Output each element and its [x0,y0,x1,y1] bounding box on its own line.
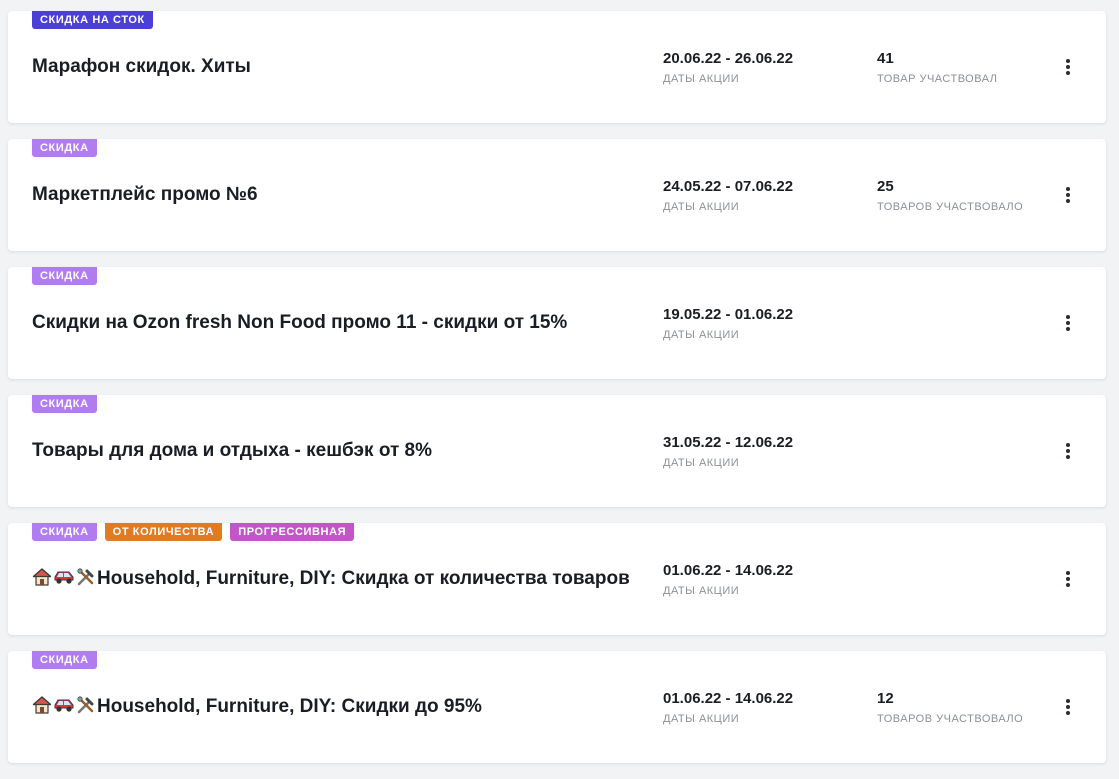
count-caption: ТОВАРОВ УЧАСТВОВАЛО [877,201,1024,213]
promotion-title[interactable]: Household, Furniture, DIY: Скидки до 95% [32,695,642,722]
badge-discount: СКИДКА [32,267,97,285]
products-count: 41 ТОВАР УЧАСТВОВАЛ [877,49,998,87]
car-icon [53,695,75,722]
promotion-dates: 01.06.22 - 14.06.22 ДАТЫ АКЦИИ [663,561,793,599]
products-count: 12 ТОВАРОВ УЧАСТВОВАЛО [877,689,1023,727]
more-vertical-icon [1066,571,1070,587]
more-menu-button[interactable] [1054,437,1082,465]
badge-group: СКИДКА НА СТОК [32,11,153,29]
promotion-title[interactable]: Товары для дома и отдыха - кешбэк от 8% [32,439,642,463]
promotions-list: СКИДКА НА СТОК Марафон скидок. Хиты 20.0… [8,11,1106,779]
house-icon [32,695,52,722]
tools-icon [76,567,96,594]
dates-caption: ДАТЫ АКЦИИ [663,585,740,597]
more-menu-button[interactable] [1054,565,1082,593]
badge-group: СКИДКА [32,395,97,413]
promotion-card[interactable]: СКИДКА Маркетплейс промо №6 24.05.22 - 0… [8,139,1106,251]
promotion-title[interactable]: Маркетплейс промо №6 [32,183,642,207]
more-vertical-icon [1066,443,1070,459]
promotion-dates: 01.06.22 - 14.06.22 ДАТЫ АКЦИИ [663,689,793,727]
promotion-title-text: Товары для дома и отдыха - кешбэк от 8% [32,440,432,461]
promotion-title[interactable]: Скидки на Ozon fresh Non Food промо 11 -… [32,311,642,335]
more-vertical-icon [1066,59,1070,75]
promotion-title-text: Household, Furniture, DIY: Скидки до 95% [97,696,482,717]
more-menu-button[interactable] [1054,309,1082,337]
badge-discount: СКИДКА [32,395,97,413]
dates-value: 19.05.22 - 01.06.22 [663,306,794,323]
more-menu-button[interactable] [1054,693,1082,721]
count-value: 41 [877,50,894,67]
promotion-dates: 19.05.22 - 01.06.22 ДАТЫ АКЦИИ [663,305,793,343]
count-value: 25 [877,178,894,195]
badge-group: СКИДКА [32,267,97,285]
promotion-title-text: Household, Furniture, DIY: Скидка от кол… [97,568,630,589]
promotion-title-text: Скидки на Ozon fresh Non Food промо 11 -… [32,312,568,333]
promotion-dates: 24.05.22 - 07.06.22 ДАТЫ АКЦИИ [663,177,793,215]
promotion-card[interactable]: СКИДКА НА СТОК Марафон скидок. Хиты 20.0… [8,11,1106,123]
more-vertical-icon [1066,699,1070,715]
promotion-title[interactable]: Household, Furniture, DIY: Скидка от кол… [32,567,642,594]
badge-group: СКИДКА [32,651,97,669]
more-menu-button[interactable] [1054,181,1082,209]
promotion-card[interactable]: СКИДКА Скидки на Ozon fresh Non Food про… [8,267,1106,379]
products-count: 25 ТОВАРОВ УЧАСТВОВАЛО [877,177,1023,215]
car-icon [53,567,75,594]
promotion-dates: 20.06.22 - 26.06.22 ДАТЫ АКЦИИ [663,49,793,87]
badge-group: СКИДКА [32,139,97,157]
badge-quantity: ОТ КОЛИЧЕСТВА [104,523,223,541]
dates-caption: ДАТЫ АКЦИИ [663,329,740,341]
dates-value: 31.05.22 - 12.06.22 [663,434,794,451]
promotion-card[interactable]: СКИДКА Товары для дома и отдыха - кешбэк… [8,395,1106,507]
promotion-dates: 31.05.22 - 12.06.22 ДАТЫ АКЦИИ [663,433,793,471]
promotion-title-text: Маркетплейс промо №6 [32,184,258,205]
badge-discount: СКИДКА [32,139,97,157]
promotion-card[interactable]: СКИДКА ОТ КОЛИЧЕСТВА ПРОГРЕССИВНАЯ Househo… [8,523,1106,635]
dates-value: 20.06.22 - 26.06.22 [663,50,794,67]
count-value: 12 [877,690,894,707]
more-vertical-icon [1066,315,1070,331]
dates-caption: ДАТЫ АКЦИИ [663,73,740,85]
dates-caption: ДАТЫ АКЦИИ [663,201,740,213]
badge-progressive: ПРОГРЕССИВНАЯ [230,523,355,541]
dates-value: 01.06.22 - 14.06.22 [663,690,794,707]
dates-caption: ДАТЫ АКЦИИ [663,713,740,725]
promotion-title[interactable]: Марафон скидок. Хиты [32,55,642,79]
badge-stock: СКИДКА НА СТОК [32,11,153,29]
house-icon [32,567,52,594]
dates-value: 24.05.22 - 07.06.22 [663,178,794,195]
count-caption: ТОВАРОВ УЧАСТВОВАЛО [877,713,1024,725]
dates-value: 01.06.22 - 14.06.22 [663,562,794,579]
tools-icon [76,695,96,722]
promotion-card[interactable]: СКИДКА Household, Furniture, DIY: Скидки… [8,651,1106,763]
badge-group: СКИДКА ОТ КОЛИЧЕСТВА ПРОГРЕССИВНАЯ [32,523,355,541]
dates-caption: ДАТЫ АКЦИИ [663,457,740,469]
badge-discount: СКИДКА [32,651,97,669]
promotion-title-text: Марафон скидок. Хиты [32,56,251,77]
more-vertical-icon [1066,187,1070,203]
more-menu-button[interactable] [1054,53,1082,81]
badge-discount: СКИДКА [32,523,97,541]
count-caption: ТОВАР УЧАСТВОВАЛ [877,73,998,85]
